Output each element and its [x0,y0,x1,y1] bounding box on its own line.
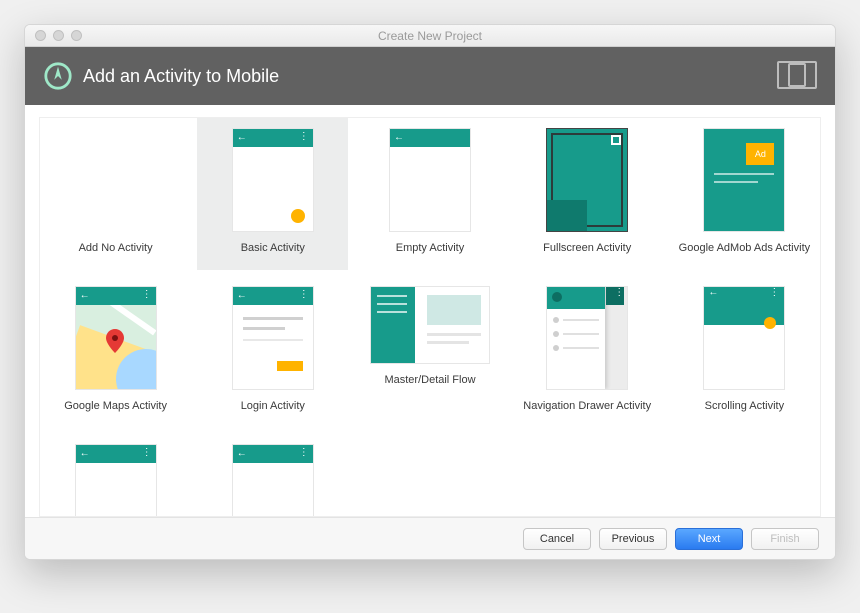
template-thumb: ←⋮ [75,444,157,517]
footer: Cancel Previous Next Finish [25,517,835,559]
template-google-maps-activity[interactable]: ←⋮ Google Maps Activity [40,276,191,428]
template-grid: Add No Activity ←⋮ Basic Activity ← Empt… [39,117,821,517]
template-thumb: ← [389,128,471,232]
template-label: Basic Activity [241,242,305,266]
template-label: Google Maps Activity [64,400,167,424]
template-scrolling-activity[interactable]: ← ⋮ Scrolling Activity [669,276,820,428]
template-admob-activity[interactable]: Ad Google AdMob Ads Activity [669,118,820,270]
template-thumb: ←⋮ [232,286,314,390]
template-navigation-drawer[interactable]: ⋮ Navigation Drawer Activity [512,276,663,428]
previous-button[interactable]: Previous [599,528,667,550]
template-thumb: ←⋮ [232,444,314,517]
template-label: Fullscreen Activity [543,242,631,266]
template-thumb: ⋮ [546,286,628,390]
template-thumb: ←⋮ [75,286,157,390]
header-title: Add an Activity to Mobile [83,66,279,87]
form-factor-icon [777,61,817,89]
template-add-no-activity[interactable]: Add No Activity [40,118,191,270]
template-extra-1[interactable]: ←⋮ [40,434,191,517]
template-fullscreen-activity[interactable]: Fullscreen Activity [512,118,663,270]
template-thumb: ← ⋮ [703,286,785,390]
android-studio-icon [43,61,73,91]
dialog-window: Create New Project Add an Activity to Mo… [24,24,836,560]
window-title: Create New Project [25,29,835,43]
map-pin-icon [106,329,124,353]
template-thumb [546,128,628,232]
template-extra-2[interactable]: ←⋮ [197,434,348,517]
template-label: Empty Activity [396,242,464,266]
template-master-detail[interactable]: Master/Detail Flow [354,276,505,428]
template-login-activity[interactable]: ←⋮ Login Activity [197,276,348,428]
template-thumb [370,286,490,364]
header: Add an Activity to Mobile [25,47,835,105]
template-label: Login Activity [241,400,305,424]
template-label: Master/Detail Flow [384,374,475,398]
template-thumb: ←⋮ [232,128,314,232]
template-empty-activity[interactable]: ← Empty Activity [354,118,505,270]
template-thumb: Ad [703,128,785,232]
template-label: Scrolling Activity [705,400,784,424]
titlebar: Create New Project [25,25,835,47]
template-label: Navigation Drawer Activity [523,400,651,424]
content-area: Add No Activity ←⋮ Basic Activity ← Empt… [25,105,835,517]
next-button[interactable]: Next [675,528,743,550]
template-label: Add No Activity [79,242,153,266]
template-basic-activity[interactable]: ←⋮ Basic Activity [197,118,348,270]
template-label: Google AdMob Ads Activity [679,242,810,266]
cancel-button[interactable]: Cancel [523,528,591,550]
finish-button: Finish [751,528,819,550]
template-thumb [75,128,157,232]
